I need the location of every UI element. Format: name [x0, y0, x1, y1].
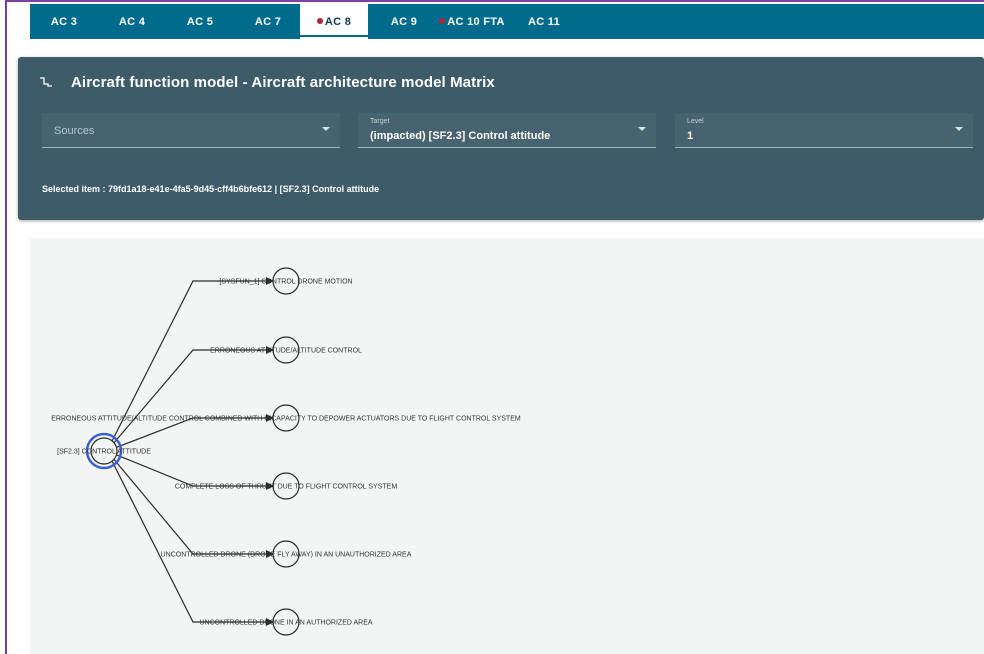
selected-item-text: Selected item : 79fd1a18-e41e-4fa5-9d45-…	[42, 184, 380, 194]
tab-bar: AC 3 AC 4 AC 5 AC 7 AC 8 AC 9 AC 10 FTA …	[30, 4, 984, 39]
graph-node[interactable]: ERRONEOUS ATTITUDE/ALTITUDE CONTROL	[210, 336, 362, 364]
sources-placeholder: Sources	[54, 125, 95, 137]
node-label: ERRONEOUS ATTITUDE/ALTITUDE CONTROL	[210, 348, 362, 355]
level-select[interactable]: Level 1	[675, 113, 973, 148]
chevron-down-icon	[322, 127, 330, 131]
tab-ac-7[interactable]: AC 7	[244, 4, 292, 39]
tab-ac-9[interactable]: AC 9	[380, 4, 428, 39]
tab-label: AC 10 FTA	[447, 16, 505, 28]
alert-dot-icon	[316, 18, 323, 24]
graph-node[interactable]: [SYSFUN_1] CONTROL DRONE MOTION	[219, 267, 353, 295]
tab-label: AC 9	[390, 16, 418, 28]
graph-node[interactable]: COMPLETE LOSS OF THRUST DUE TO FLIGHT CO…	[175, 472, 398, 500]
target-select[interactable]: Target (impacted) [SF2.3] Control attitu…	[358, 113, 656, 148]
tab-ac-4[interactable]: AC 4	[108, 4, 156, 39]
graph-edge	[106, 414, 274, 452]
tab-ac-5[interactable]: AC 5	[176, 4, 224, 39]
tab-label: AC 4	[118, 16, 146, 28]
tab-ac-3[interactable]: AC 3	[40, 4, 88, 39]
tab-label: AC 5	[186, 16, 214, 28]
graph-edge	[106, 450, 274, 626]
matrix-panel: Aircraft function model - Aircraft archi…	[18, 57, 984, 220]
alert-dot-icon	[439, 18, 446, 24]
node-label: UNCONTROLLED DRONE (DRONE FLY AWAY) IN A…	[161, 552, 412, 559]
graph-edge	[106, 277, 274, 452]
node-label: [SF2.3] CONTROL ATTITUDE	[57, 449, 151, 456]
graph-node[interactable]: UNCONTROLLED DRONE IN AN AUTHORIZED AREA	[199, 608, 373, 636]
node-label: [SYSFUN_1] CONTROL DRONE MOTION	[219, 279, 352, 286]
tab-ac-11[interactable]: AC 11	[520, 4, 568, 39]
tab-ac-8[interactable]: AC 8	[300, 4, 368, 39]
stepped-line-icon	[40, 77, 52, 87]
tab-label: AC 7	[254, 16, 282, 28]
sources-select[interactable]: Sources	[42, 113, 340, 148]
node-label: ERRONEOUS ATTITUDE/ALTITUDE CONTROL COMB…	[51, 416, 521, 423]
graph-canvas[interactable]: [SYSFUN_1] CONTROL DRONE MOTION ERRONEOU…	[30, 238, 984, 654]
target-label: Target	[370, 118, 390, 125]
window-frame-top	[5, 0, 984, 2]
graph-edge	[106, 450, 274, 558]
tab-label: AC 11	[527, 16, 561, 28]
graph-svg: [SYSFUN_1] CONTROL DRONE MOTION ERRONEOU…	[51, 267, 521, 636]
window-frame-left	[5, 0, 7, 654]
graph-node[interactable]: ERRONEOUS ATTITUDE/ALTITUDE CONTROL COMB…	[51, 404, 521, 432]
panel-title: Aircraft function model - Aircraft archi…	[71, 74, 495, 91]
graph-node[interactable]: UNCONTROLLED DRONE (DRONE FLY AWAY) IN A…	[161, 540, 412, 568]
level-label: Level	[687, 118, 704, 125]
tab-ac-10-fta[interactable]: AC 10 FTA	[436, 4, 508, 39]
target-value: (impacted) [SF2.3] Control attitude	[370, 130, 551, 142]
node-label: COMPLETE LOSS OF THRUST DUE TO FLIGHT CO…	[175, 484, 398, 491]
chevron-down-icon	[638, 127, 646, 131]
node-label: UNCONTROLLED DRONE IN AN AUTHORIZED AREA	[199, 620, 372, 627]
chevron-down-icon	[955, 127, 963, 131]
tab-label: AC 3	[50, 16, 78, 28]
level-value: 1	[687, 130, 694, 142]
tab-label: AC 8	[324, 16, 352, 28]
